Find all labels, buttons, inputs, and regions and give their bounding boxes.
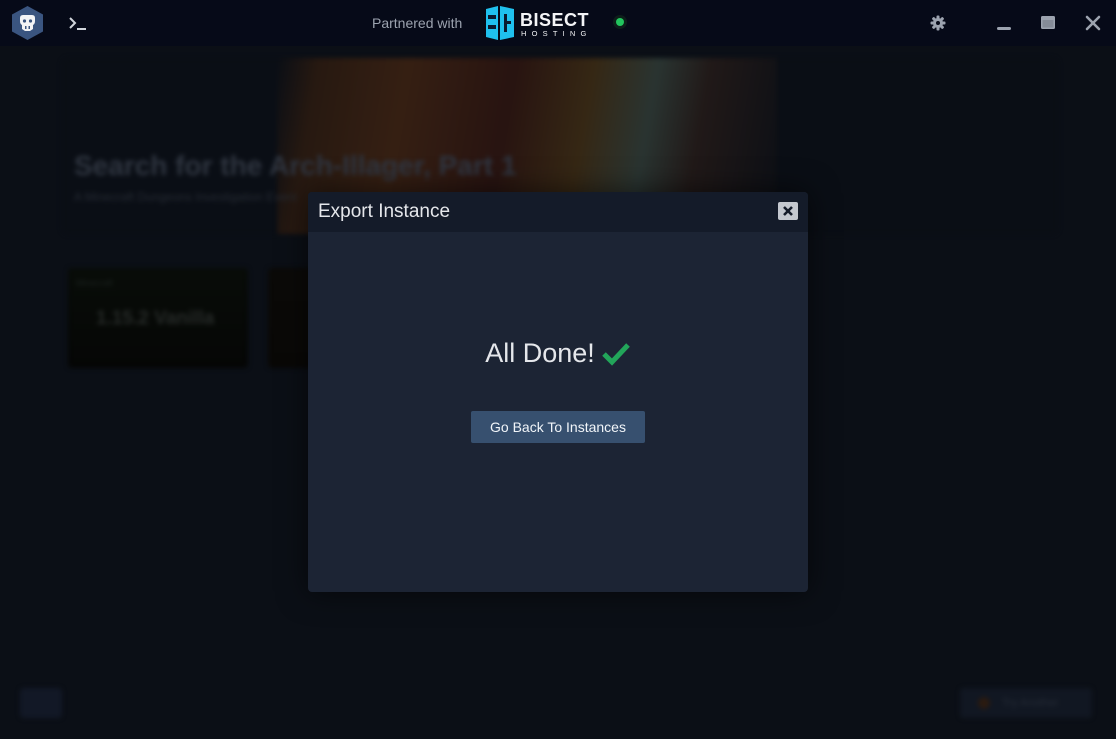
dialog-title: Export Instance [318,201,451,222]
bisect-hosting-logo-icon: BISECT HOSTING [486,6,592,40]
dialog-close-button[interactable] [778,202,798,220]
maximize-icon[interactable] [1037,12,1059,34]
go-back-to-instances-button[interactable]: Go Back To Instances [471,411,645,443]
close-icon [783,206,793,216]
partner-banner[interactable]: Partnered with BISECT HOSTING [372,0,627,46]
bottom-left-button[interactable] [20,688,62,718]
instance-card[interactable]: Minecraft 1.15.2 Vanilla [68,268,248,368]
terminal-icon[interactable] [67,13,89,33]
close-icon[interactable] [1082,12,1104,34]
export-instance-dialog: Export Instance All Done! Go Back To Ins… [308,192,808,592]
app-logo-icon[interactable] [12,6,43,40]
bottom-right-label: Try Another [1002,697,1059,709]
instance-card-tag: Minecraft [76,278,114,288]
bottom-right-icon [978,697,990,709]
bisect-brand-text: BISECT [520,10,589,30]
checkmark-icon [602,342,630,366]
hero-subtitle: A Minecraft Dungeons Investigation Event [74,190,297,204]
dialog-body: All Done! Go Back To Instances [308,232,808,592]
bottom-right-button[interactable]: Try Another [960,688,1092,718]
completion-message: All Done! [308,338,808,369]
gear-icon[interactable] [927,12,949,34]
all-done-text: All Done! [485,338,595,368]
dialog-header: Export Instance [308,192,808,232]
minimize-icon[interactable] [993,12,1015,34]
hosting-brand-text: HOSTING [521,29,592,38]
instance-card-title: 1.15.2 Vanilla [96,308,215,329]
hero-title: Search for the Arch-Illager, Part 1 [74,150,517,181]
partner-text: Partnered with [372,15,463,31]
app-window: Search for the Arch-Illager, Part 1 A Mi… [0,0,1116,739]
status-indicator-icon [613,15,627,29]
title-bar: Partnered with BISECT HOSTING [0,0,1116,46]
